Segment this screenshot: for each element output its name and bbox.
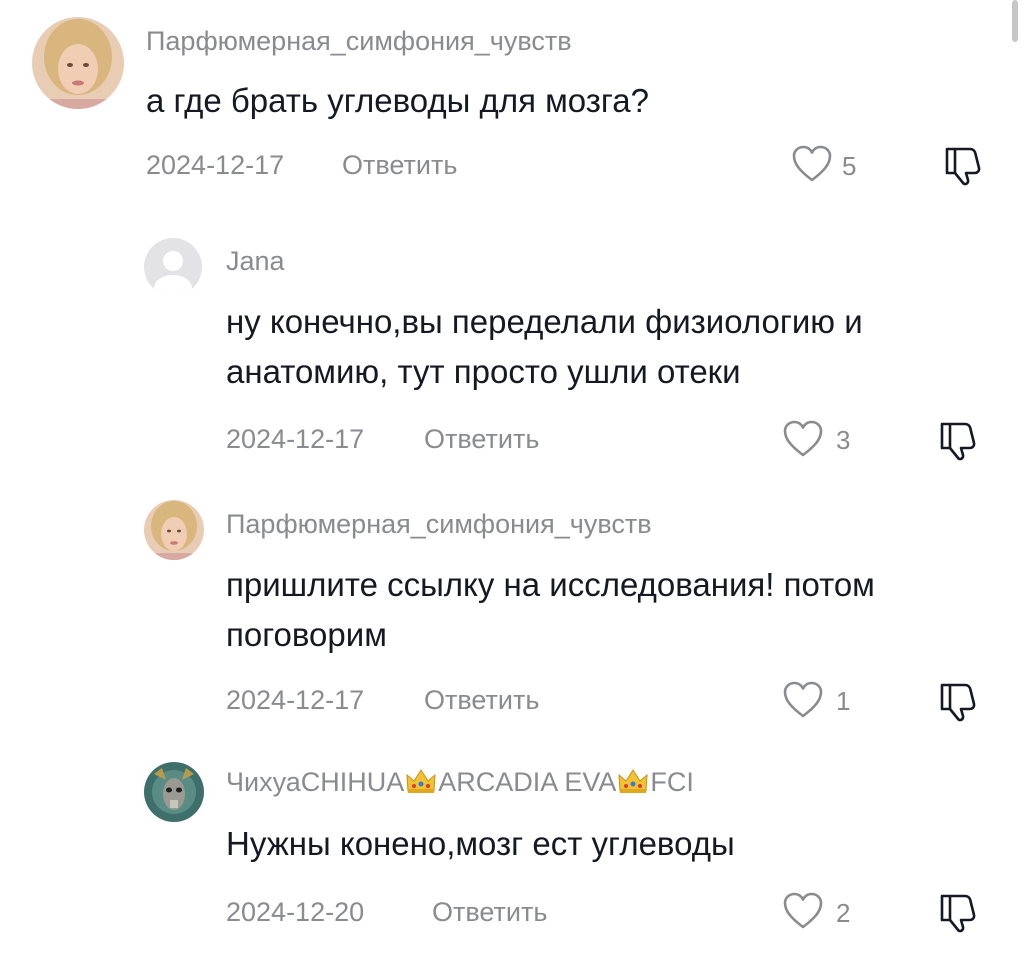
thumbs-down-icon[interactable] [941, 144, 985, 191]
thumbs-down-icon[interactable] [936, 680, 980, 727]
comment-username[interactable]: Jana [226, 246, 285, 277]
comment-username[interactable]: Парфюмерная_симфония_чувств [226, 509, 652, 540]
reply-comment-item: ЧихуаCHIHUA ARCADIA EVA FCI Нужны конено,м… [0, 740, 1024, 963]
reply-comment-item: Jana ну конечно,вы переделали физиологию… [0, 220, 1024, 480]
crown-emoji-icon [405, 767, 437, 802]
username-part: ARCADIA EVA [438, 767, 617, 797]
comment-text: Нужны конено,мозг ест углеводы [226, 825, 735, 862]
heart-outline-icon[interactable] [782, 419, 824, 459]
comment-date: 2024-12-17 [226, 685, 365, 715]
reply-button[interactable]: Ответить [424, 685, 539, 716]
avatar[interactable] [32, 17, 124, 109]
comment-item: Парфюмерная_симфония_чувств а где брать … [0, 0, 1024, 200]
heart-outline-icon[interactable] [782, 680, 824, 720]
heart-outline-icon[interactable] [791, 144, 833, 184]
like-count: 2 [836, 898, 851, 928]
comment-username[interactable]: ЧихуаCHIHUA ARCADIA EVA FCI [226, 767, 694, 802]
username-part: ЧихуаCHIHUA [226, 767, 405, 797]
comment-date: 2024-12-17 [146, 150, 285, 180]
reply-comment-item: Парфюмерная_симфония_чувств пришлите ссы… [0, 480, 1024, 740]
crown-emoji-icon [617, 767, 649, 802]
avatar[interactable] [144, 238, 202, 296]
avatar[interactable] [144, 762, 204, 822]
like-count: 5 [842, 151, 857, 181]
comment-date: 2024-12-17 [226, 424, 365, 454]
thumbs-down-icon[interactable] [936, 419, 980, 466]
reply-button[interactable]: Ответить [424, 424, 539, 455]
like-count: 3 [836, 425, 851, 455]
avatar[interactable] [144, 500, 204, 560]
comment-text: ну конечно,вы переделали физиологию и ан… [226, 303, 863, 390]
thumbs-down-icon[interactable] [936, 891, 980, 938]
comment-text: пришлите ссылку на исследования! потом п… [226, 566, 875, 653]
reply-button[interactable]: Ответить [432, 897, 547, 928]
heart-outline-icon[interactable] [782, 891, 824, 931]
comment-date: 2024-12-20 [226, 897, 365, 927]
like-count: 1 [836, 686, 851, 716]
comment-text: а где брать углеводы для мозга? [146, 82, 649, 119]
comment-username[interactable]: Парфюмерная_симфония_чувств [146, 26, 572, 57]
username-part: FCI [650, 767, 694, 797]
reply-button[interactable]: Ответить [342, 150, 457, 181]
